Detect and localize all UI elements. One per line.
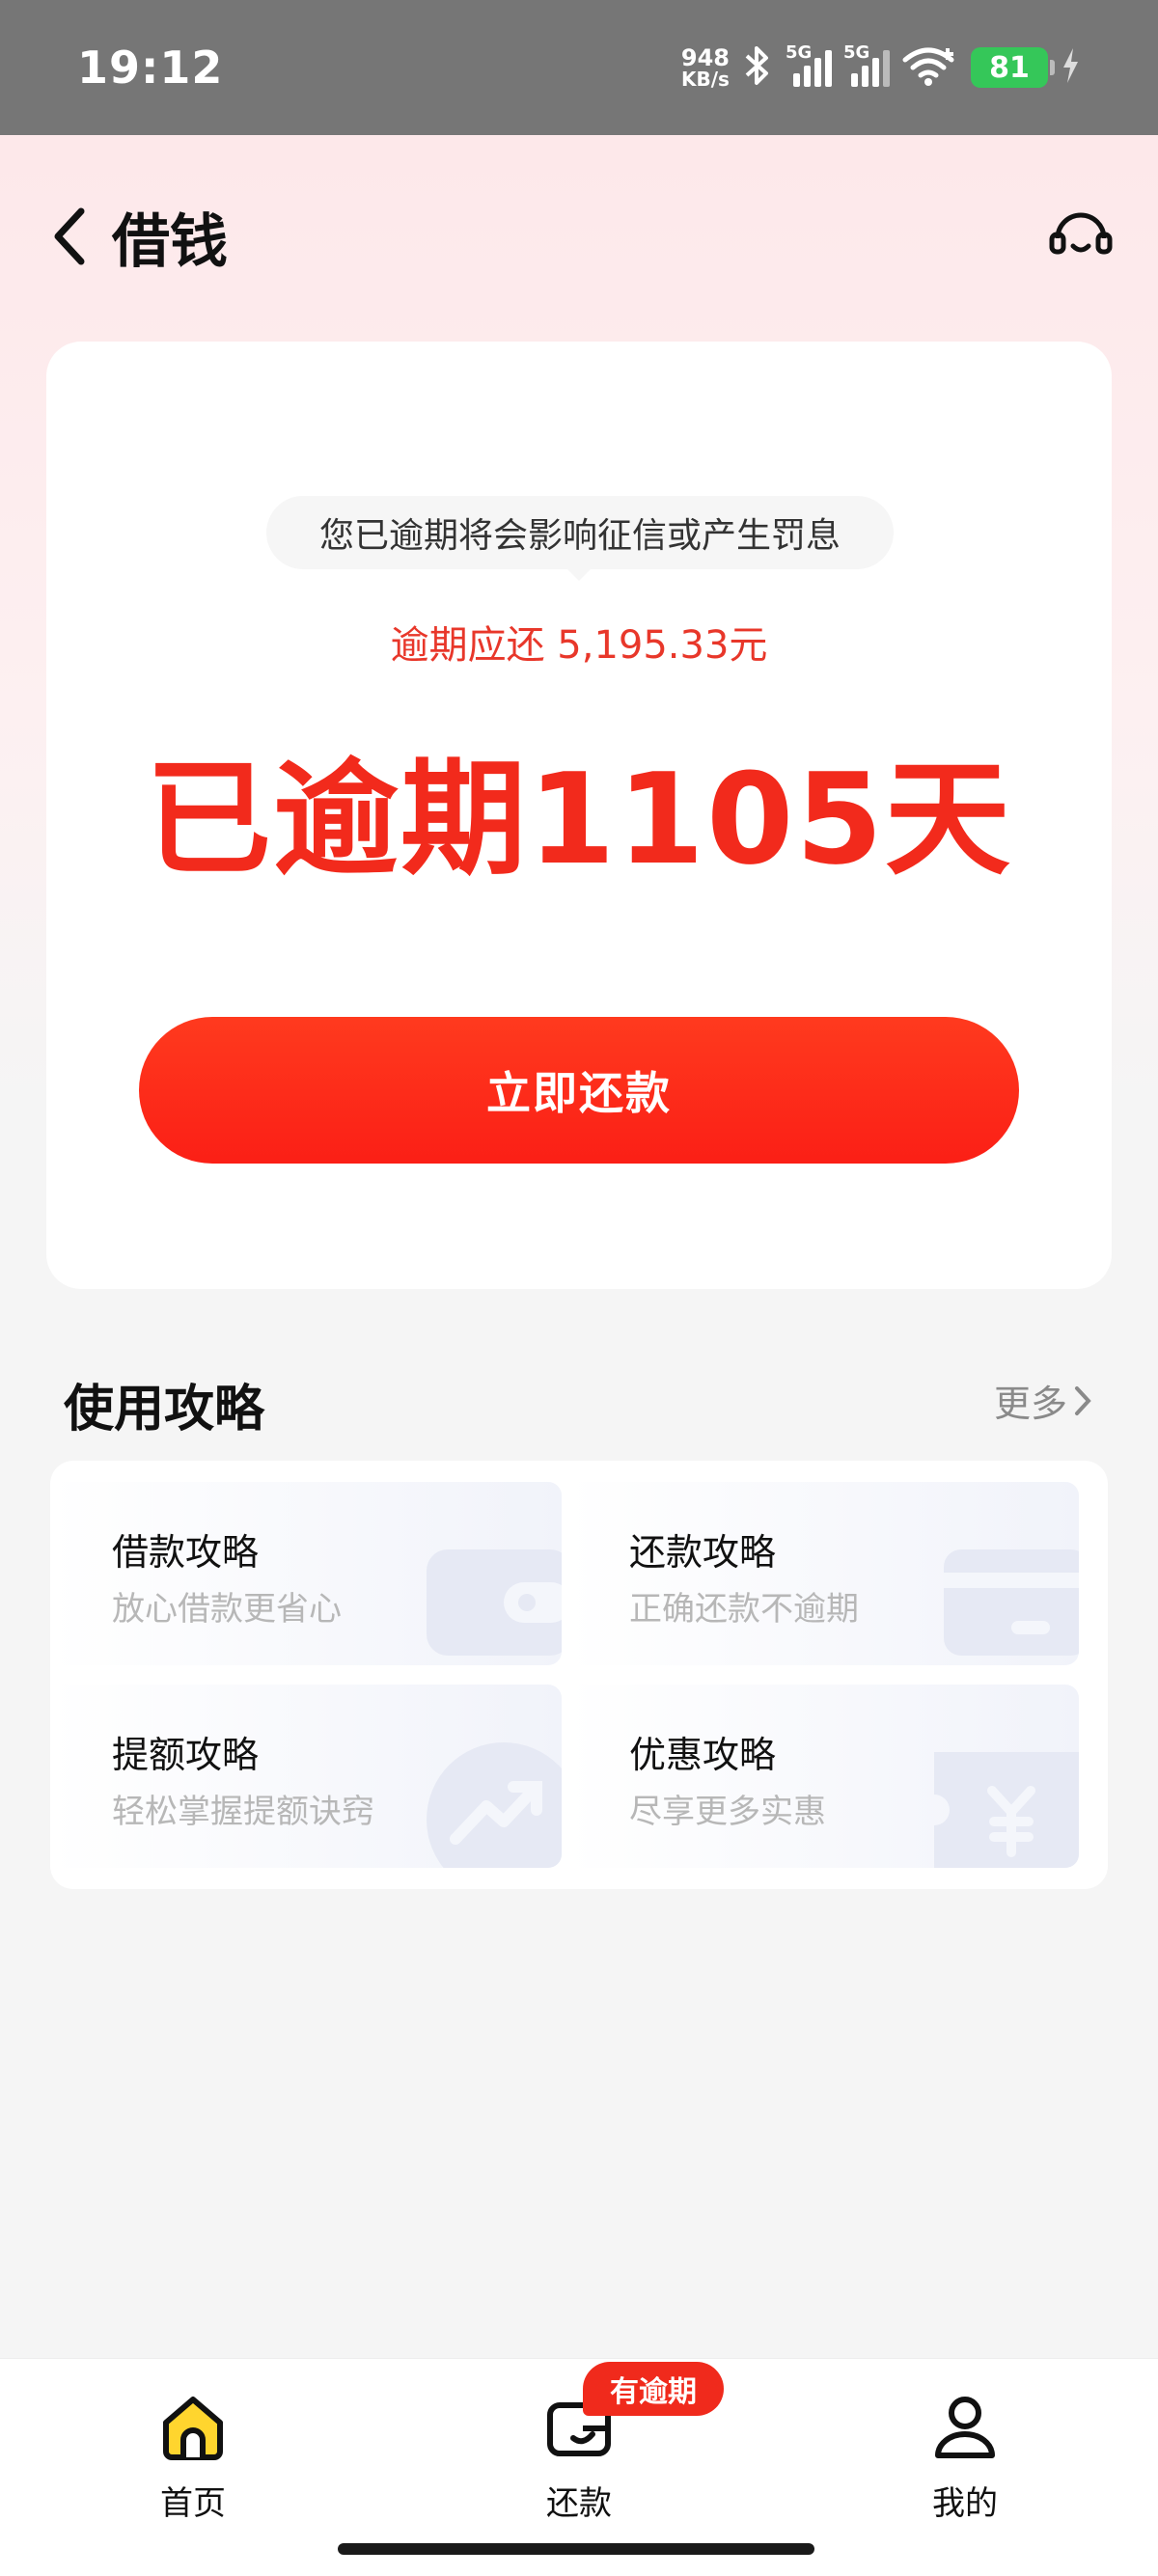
guides-section-title: 使用攻略	[64, 1381, 265, 1439]
nav-home-label: 首页	[160, 2484, 226, 2523]
guide-item-borrow[interactable]: 借款攻略 放心借款更省心	[50, 1482, 562, 1665]
network-speed-value: 948	[680, 44, 730, 71]
overdue-badge: 有逾期	[583, 2362, 724, 2416]
guide-title: 还款攻略	[629, 1531, 777, 1574]
back-button[interactable]	[48, 206, 91, 267]
status-bar: 19:12 948 KB/s 5G 5G 81	[0, 0, 1158, 135]
overdue-amount: 逾期应还 5,195.33元	[390, 623, 768, 668]
wallet-icon	[427, 1549, 562, 1656]
network-speed: 948 KB/s	[681, 46, 730, 89]
charging-icon	[1060, 46, 1081, 89]
status-indicators: 948 KB/s 5G 5G 81	[681, 42, 1081, 91]
profile-icon	[928, 2390, 1002, 2463]
page-title: 借钱	[112, 207, 228, 276]
guide-subtitle: 正确还款不逾期	[629, 1590, 859, 1629]
signal-sim1-icon: 5G	[786, 42, 832, 87]
battery-icon: 81	[971, 47, 1055, 88]
guide-title: 借款攻略	[112, 1531, 260, 1574]
card-icon	[944, 1549, 1079, 1656]
overdue-card: 您已逾期将会影响征信或产生罚息 逾期应还 5,195.33元 已逾期1105天 …	[46, 342, 1112, 1289]
overdue-days: 已逾期1105天	[146, 746, 1012, 892]
nav-home[interactable]: 首页	[77, 2359, 309, 2552]
guides-more-link[interactable]: 更多	[994, 1374, 1092, 1427]
sim1-label: 5G	[786, 42, 813, 63]
guide-subtitle: 尽享更多实惠	[629, 1793, 826, 1831]
home-icon	[156, 2390, 230, 2463]
header-left: 借钱	[48, 195, 228, 279]
guide-title: 优惠攻略	[629, 1734, 777, 1776]
page-header: 借钱	[0, 183, 1158, 289]
signal-sim2-icon: 5G	[843, 42, 890, 87]
chevron-right-icon	[1075, 1385, 1091, 1415]
status-time: 19:12	[77, 41, 224, 94]
headset-icon	[1049, 212, 1113, 255]
customer-service-button[interactable]	[1042, 198, 1119, 275]
battery-level: 81	[989, 50, 1030, 85]
more-label: 更多	[993, 1383, 1067, 1425]
nav-profile[interactable]: 我的	[849, 2359, 1081, 2552]
guide-title: 提额攻略	[112, 1734, 260, 1776]
home-indicator[interactable]	[338, 2543, 814, 2555]
guide-subtitle: 轻松掌握提额诀窍	[112, 1793, 374, 1831]
network-speed-unit: KB/s	[680, 68, 730, 91]
trend-up-icon	[427, 1742, 562, 1868]
nav-profile-label: 我的	[932, 2484, 998, 2523]
bluetooth-icon	[741, 44, 774, 91]
overdue-notice: 您已逾期将会影响征信或产生罚息	[266, 496, 894, 581]
guides-card: 借款攻略 放心借款更省心 还款攻略 正确还款不逾期 提额攻略 轻松掌握提额诀窍 …	[50, 1461, 1108, 1889]
guide-item-discount[interactable]: 优惠攻略 尽享更多实惠	[567, 1685, 1079, 1868]
nav-repay-label: 还款	[546, 2484, 612, 2523]
guide-item-repay[interactable]: 还款攻略 正确还款不逾期	[567, 1482, 1079, 1665]
coupon-yuan-icon	[934, 1752, 1079, 1868]
guide-subtitle: 放心借款更省心	[112, 1590, 342, 1629]
repay-now-button[interactable]: 立即还款	[139, 1017, 1019, 1164]
wifi-icon	[901, 44, 959, 91]
sim2-label: 5G	[843, 42, 870, 63]
back-arrow-icon	[54, 207, 85, 265]
guide-item-limit[interactable]: 提额攻略 轻松掌握提额诀窍	[50, 1685, 562, 1868]
